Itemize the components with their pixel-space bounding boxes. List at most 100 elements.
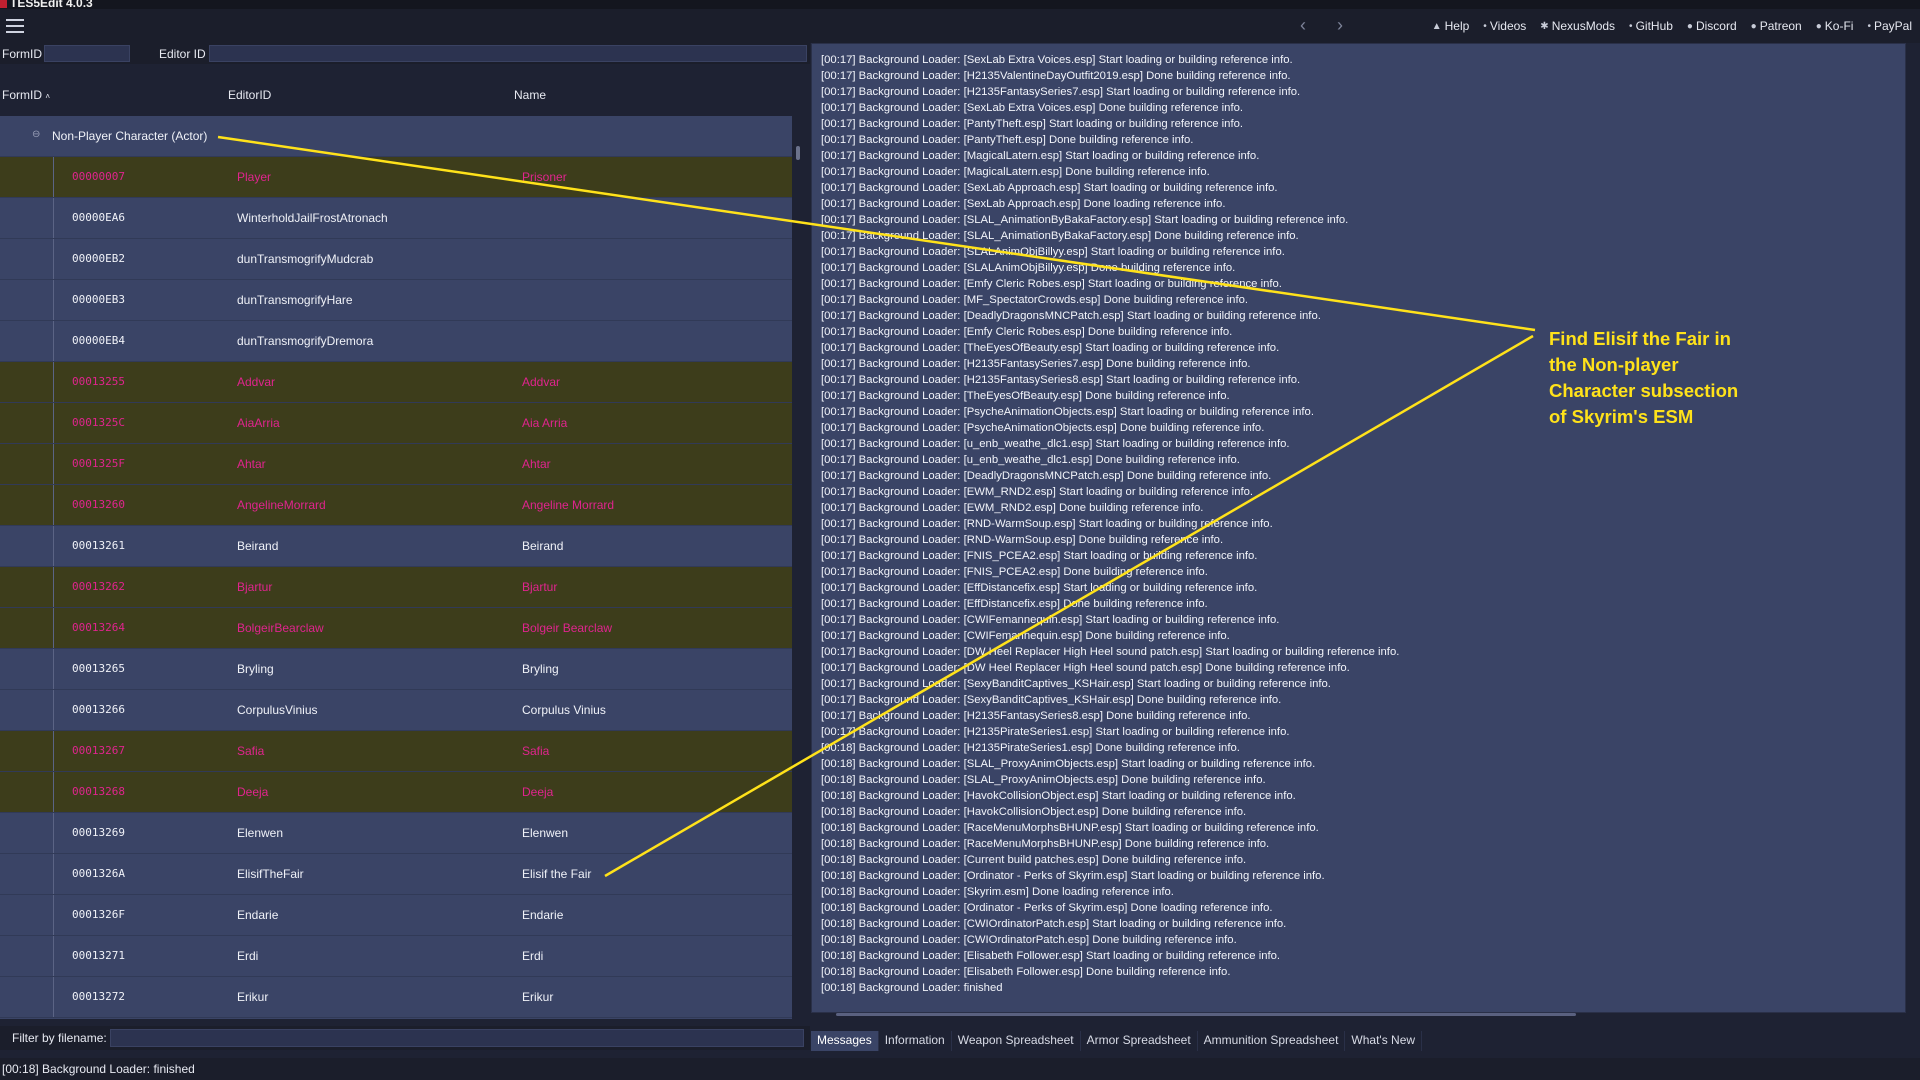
xedit-window: TES5Edit 4.0.3 ‹ › ▲ Help • Videos ✱ NexusMod… (0, 0, 1920, 1080)
message-line: [00:17] Background Loader: [H2135Fantasy… (821, 358, 1251, 370)
formid-cell: 00013260 (72, 498, 125, 511)
table-row[interactable]: 00000EB4 dunTransmogrifyDremora (0, 321, 792, 362)
message-line: [00:18] Background Loader: [Elisabeth Fo… (821, 966, 1231, 978)
name-column-header[interactable]: Name (514, 88, 546, 102)
filter-row: Filter by filename: (0, 1026, 810, 1050)
toolbar-link-discord[interactable]: ● Discord (1687, 19, 1737, 33)
editorid-cell: Player (237, 170, 272, 184)
table-row[interactable]: 00013269 Elenwen Elenwen (0, 813, 792, 854)
editorid-column-header[interactable]: EditorID (228, 88, 271, 102)
formid-cell: 0001325C (72, 416, 125, 429)
message-line: [00:18] Background Loader: finished (821, 982, 1003, 994)
table-row[interactable]: 00013262 Bjartur Bjartur (0, 567, 792, 608)
back-arrow-icon[interactable]: ‹ (1300, 15, 1306, 36)
filter-by-filename-input[interactable] (110, 1029, 804, 1047)
message-line: [00:17] Background Loader: [PantyTheft.e… (821, 118, 1244, 130)
formid-cell: 00013264 (72, 621, 125, 634)
table-row[interactable]: 00013261 Beirand Beirand (0, 526, 792, 567)
message-line: [00:17] Background Loader: [PsycheAnimat… (821, 422, 1265, 434)
message-line: [00:17] Background Loader: [SexyBanditCa… (821, 678, 1331, 690)
forward-arrow-icon[interactable]: › (1337, 15, 1343, 36)
table-row[interactable]: 00013267 Safia Safia (0, 731, 792, 772)
tab-information[interactable]: Information (879, 1031, 952, 1051)
table-row[interactable]: 00013266 CorpulusVinius Corpulus Vinius (0, 690, 792, 731)
toolbar-link-label: NexusMods (1551, 19, 1616, 33)
editorid-cell: Safia (237, 744, 265, 758)
name-cell: Corpulus Vinius (522, 703, 606, 717)
editorid-search-input[interactable] (209, 45, 807, 62)
formid-cell: 00013262 (72, 580, 125, 593)
tree-guide-line (53, 403, 54, 443)
message-line: [00:17] Background Loader: [u_enb_weathe… (821, 438, 1290, 450)
group-row-npc[interactable]: ⊖ Non-Player Character (Actor) (0, 116, 792, 157)
table-row[interactable]: 0001326F Endarie Endarie (0, 895, 792, 936)
messages-hscroll-thumb[interactable] (836, 1013, 1576, 1016)
formid-column-header[interactable]: FormID ˄ (2, 88, 50, 102)
toolbar-link-paypal[interactable]: • PayPal (1867, 19, 1912, 33)
table-row[interactable]: 00013265 Bryling Bryling (0, 649, 792, 690)
message-line: [00:17] Background Loader: [MagicalLater… (821, 150, 1260, 162)
table-row[interactable]: 00000EB3 dunTransmogrifyHare (0, 280, 792, 321)
toolbar-link-label: Videos (1489, 19, 1527, 33)
message-line: [00:18] Background Loader: [H2135PirateS… (821, 742, 1240, 754)
formid-cell: 00000EB4 (72, 334, 125, 347)
toolbar-link-github[interactable]: • GitHub (1629, 19, 1673, 33)
tree-guide-line (53, 608, 54, 648)
toolbar-link-ko-fi[interactable]: ● Ko-Fi (1816, 19, 1854, 33)
table-row[interactable]: 00000EA6 WinterholdJailFrostAtronach (0, 198, 792, 239)
table-row[interactable]: 00013271 Erdi Erdi (0, 936, 792, 977)
table-row[interactable]: 00013260 AngelineMorrard Angeline Morrard (0, 485, 792, 526)
tree-guide-line (53, 567, 54, 607)
formid-cell: 0001326A (72, 867, 125, 880)
message-line: [00:17] Background Loader: [SexLab Extra… (821, 54, 1293, 66)
editorid-cell: Bjartur (237, 580, 273, 594)
tab-what-s-new[interactable]: What's New (1345, 1031, 1423, 1051)
grid-scrollbar-thumb[interactable] (796, 146, 800, 160)
toolbar-link-nexusmods[interactable]: ✱ NexusMods (1540, 19, 1615, 33)
formid-cell: 00013267 (72, 744, 125, 757)
toolbar-link-videos[interactable]: • Videos (1483, 19, 1526, 33)
editorid-search-label: Editor ID (159, 47, 206, 61)
message-line: [00:17] Background Loader: [RND-WarmSoup… (821, 534, 1224, 546)
toolbar-links: ▲ Help • Videos ✱ NexusMods • GitHub ● Discord ● Pa… (1432, 19, 1912, 33)
tree-guide-line (53, 854, 54, 894)
name-cell: Bolgeir Bearclaw (522, 621, 613, 635)
formid-search-input[interactable] (44, 45, 130, 62)
app-icon (0, 0, 7, 8)
message-line: [00:18] Background Loader: [HavokCollisi… (821, 806, 1247, 818)
toolbar-link-patreon[interactable]: ● Patreon (1751, 19, 1802, 33)
record-tree-grid: ⊖ Non-Player Character (Actor) 00000007 P… (0, 116, 792, 1019)
editorid-cell: dunTransmogrifyHare (237, 293, 353, 307)
grid-scrollbar[interactable] (792, 116, 804, 1019)
message-line: [00:18] Background Loader: [CWIOrdinator… (821, 918, 1287, 930)
tab-weapon-spreadsheet[interactable]: Weapon Spreadsheet (952, 1031, 1081, 1051)
menu-icon[interactable] (6, 19, 24, 33)
table-row[interactable]: 00000EB2 dunTransmogrifyMudcrab (0, 239, 792, 280)
toolbar-link-label: Ko-Fi (1824, 19, 1854, 33)
formid-cell: 00013255 (72, 375, 125, 388)
table-row[interactable]: 00013272 Erikur Erikur (0, 977, 792, 1018)
editorid-cell: Bryling (237, 662, 274, 676)
table-row[interactable]: 00000007 Player Prisoner (0, 157, 792, 198)
editorid-cell: Deeja (237, 785, 269, 799)
message-line: [00:17] Background Loader: [SexyBanditCa… (821, 694, 1282, 706)
table-row[interactable]: 00013264 BolgeirBearclaw Bolgeir Bearclaw (0, 608, 792, 649)
toolbar-link-help[interactable]: ▲ Help (1432, 19, 1470, 33)
table-row[interactable]: 00013268 Deeja Deeja (0, 772, 792, 813)
message-line: [00:17] Background Loader: [H2135Valenti… (821, 70, 1291, 82)
table-row[interactable]: 0001326A ElisifTheFair Elisif the Fair (0, 854, 792, 895)
tab-armor-spreadsheet[interactable]: Armor Spreadsheet (1081, 1031, 1198, 1051)
tab-ammunition-spreadsheet[interactable]: Ammunition Spreadsheet (1198, 1031, 1346, 1051)
table-row[interactable]: 0001325C AiaArria Aia Arria (0, 403, 792, 444)
message-line: [00:17] Background Loader: [SexLab Appro… (821, 198, 1226, 210)
table-row[interactable]: 00013255 Addvar Addvar (0, 362, 792, 403)
tab-messages[interactable]: Messages (811, 1031, 879, 1051)
table-row[interactable]: 0001325F Ahtar Ahtar (0, 444, 792, 485)
collapse-icon[interactable]: ⊖ (32, 129, 40, 140)
toolbar-link-label: PayPal (1873, 19, 1912, 33)
message-line: [00:17] Background Loader: [PsycheAnimat… (821, 406, 1314, 418)
filter-label: Filter by filename: (12, 1031, 107, 1045)
toolbar-link-label: Patreon (1759, 19, 1802, 33)
bottom-tabs: Messages Information Weapon Spreadsheet Arm… (811, 1031, 1423, 1051)
messages-hscrollbar[interactable] (826, 1011, 1896, 1017)
